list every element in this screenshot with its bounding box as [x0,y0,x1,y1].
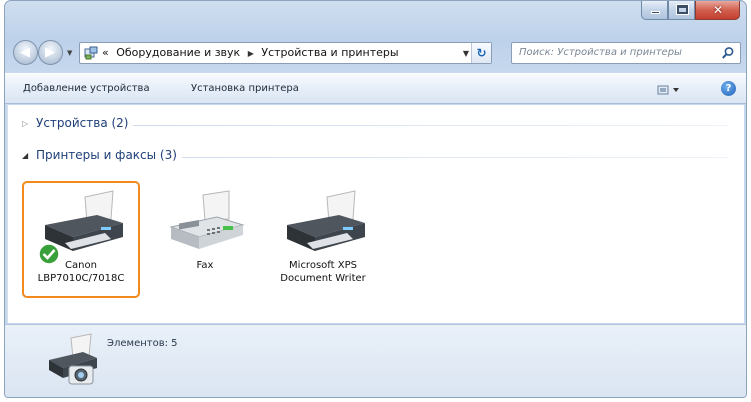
fax-icon [169,190,245,249]
address-bar[interactable]: « Оборудование и звук ▶ Устройства и при… [79,42,492,64]
change-view-button[interactable] [656,83,682,97]
item-count: Элементов: 5 [107,338,178,349]
maximize-button[interactable] [668,1,695,20]
items-view: ▷ Устройства (2) ◢ Принтеры и факсы (3) [7,105,744,323]
expand-arrow-icon[interactable]: ▷ [22,119,28,128]
breadcrumb-separator-icon[interactable]: ▶ [248,49,254,58]
add-device-button[interactable]: Добавление устройства [23,83,150,94]
close-icon: ✕ [713,3,724,17]
explorer-window: ✕ ◀ ▶ ▼ « Оборудование и звук ▶ Устройст… [4,0,747,398]
device-canon-printer[interactable]: Canon LBP7010C/7018C [22,181,140,298]
add-printer-button[interactable]: Установка принтера [191,83,299,94]
help-icon[interactable]: ? [721,81,736,96]
group-printers[interactable]: ◢ Принтеры и факсы (3) [22,148,736,164]
device-xps-writer[interactable]: Microsoft XPS Document Writer [264,181,382,296]
printer-icon [287,190,365,251]
breadcrumb-item-devices-printers[interactable]: Устройства и принтеры [261,46,398,59]
details-pane: Элементов: 5 [5,324,746,397]
search-box[interactable]: Поиск: Устройства и принтеры [511,42,741,64]
command-bar: Добавление устройства Установка принтера… [5,73,746,104]
control-panel-icon [84,46,98,60]
close-button[interactable]: ✕ [695,1,740,20]
default-printer-check-icon [38,243,60,265]
refresh-button[interactable]: ↻ [471,43,491,63]
breadcrumb: « Оборудование и звук ▶ Устройства и при… [102,46,399,59]
forward-arrow-icon: ▶ [45,45,55,60]
group-devices-title[interactable]: Устройства (2) [36,116,134,130]
minimize-icon [651,11,660,14]
recent-pages-dropdown-icon[interactable]: ▼ [67,49,72,57]
navigation-bar: ◀ ▶ ▼ « Оборудование и звук ▶ Устройства… [5,31,746,69]
device-fax[interactable]: Fax [146,181,264,296]
device-label: Fax [196,260,214,271]
back-button[interactable]: ◀ [13,40,38,65]
group-printers-title[interactable]: Принтеры и факсы (3) [36,148,182,162]
device-label: Microsoft XPS Document Writer [280,260,366,284]
search-icon[interactable] [721,46,735,60]
address-dropdown-icon[interactable]: ▼ [463,49,469,58]
collapse-arrow-icon[interactable]: ◢ [22,151,28,160]
search-placeholder: Поиск: Устройства и принтеры [519,47,682,58]
forward-button[interactable]: ▶ [38,40,63,65]
caption-buttons: ✕ [641,1,740,20]
devices-and-printers-icon [49,333,97,385]
breadcrumb-overflow[interactable]: « [102,46,109,59]
group-devices[interactable]: ▷ Устройства (2) [22,116,736,132]
breadcrumb-item-hardware[interactable]: Оборудование и звук [116,46,240,59]
back-arrow-icon: ◀ [20,45,30,60]
minimize-button[interactable] [641,1,668,20]
group-divider [36,125,728,126]
maximize-icon [676,4,689,15]
